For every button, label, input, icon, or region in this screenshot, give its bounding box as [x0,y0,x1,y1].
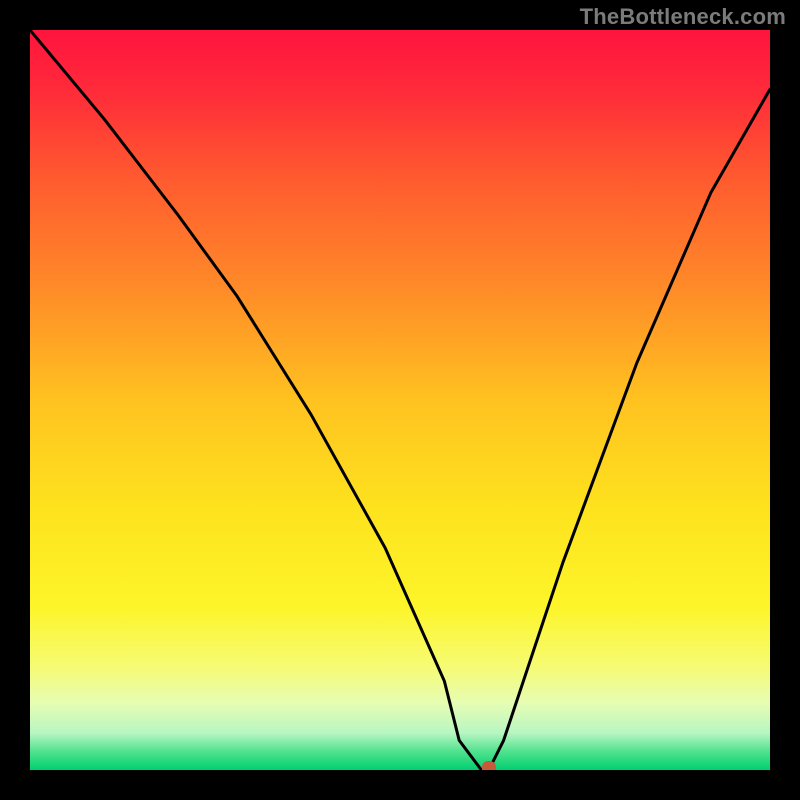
plot-area [30,30,770,770]
attribution-label: TheBottleneck.com [580,4,786,30]
chart-svg [30,30,770,770]
optimal-point-marker [482,761,496,770]
gradient-backdrop [30,30,770,770]
chart-frame: TheBottleneck.com [0,0,800,800]
